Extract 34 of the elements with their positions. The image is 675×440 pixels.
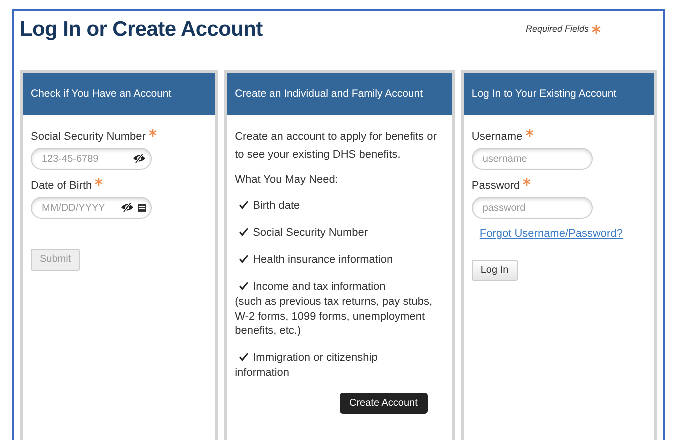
field-label: Username bbox=[472, 131, 523, 144]
panel-header: Log In to Your Existing Account bbox=[464, 73, 654, 116]
required-fields-note: Required Fields bbox=[526, 23, 589, 36]
need-item: Income and tax information bbox=[253, 280, 386, 293]
need-item: Health insurance information bbox=[253, 254, 394, 266]
input-field[interactable]: 123-45-6789 bbox=[31, 148, 152, 170]
check-icon bbox=[239, 282, 250, 291]
check-icon bbox=[239, 255, 250, 264]
field-label: Date of Birth bbox=[31, 180, 92, 192]
need-detail: (such as previous tax returns, pay stubs, W-2 forms, 1099 forms, unemployment benefits, etc.) bbox=[235, 294, 434, 340]
check-icon bbox=[239, 353, 250, 362]
forgot-password-link[interactable]: Forgot Username/Password? bbox=[480, 227, 623, 242]
eye-slash-icon[interactable] bbox=[133, 154, 146, 164]
need-detail: information bbox=[235, 366, 291, 381]
need-item: Social Security Number bbox=[253, 227, 368, 240]
field-label: Social Security Number bbox=[31, 131, 146, 144]
log-in-button[interactable]: Log In bbox=[472, 260, 518, 282]
eye-slash-icon[interactable] bbox=[121, 203, 134, 212]
intro-text: Create an account to apply for benefits or to see your existing DHS benefits. bbox=[235, 130, 438, 163]
calendar-icon[interactable] bbox=[138, 203, 146, 212]
create-account-button[interactable]: Create Account bbox=[340, 392, 428, 414]
needs-heading: What You May Need: bbox=[235, 172, 340, 188]
need-item: Birth date bbox=[253, 200, 300, 212]
page-title: Log In or Create Account bbox=[20, 17, 263, 42]
check-icon bbox=[239, 228, 250, 238]
input-field[interactable]: MM/DD/YYYY bbox=[31, 197, 152, 220]
asterisk-icon bbox=[592, 24, 601, 34]
input-field[interactable]: username bbox=[472, 148, 593, 170]
panel-header: Create an Individual and Family Account bbox=[227, 73, 452, 116]
input-field[interactable]: password bbox=[472, 197, 593, 220]
panel-header: Check if You Have an Account bbox=[23, 73, 216, 116]
check-icon bbox=[239, 201, 250, 210]
need-item: Immigration or citizenship bbox=[253, 352, 378, 364]
field-label: Password bbox=[472, 180, 520, 192]
